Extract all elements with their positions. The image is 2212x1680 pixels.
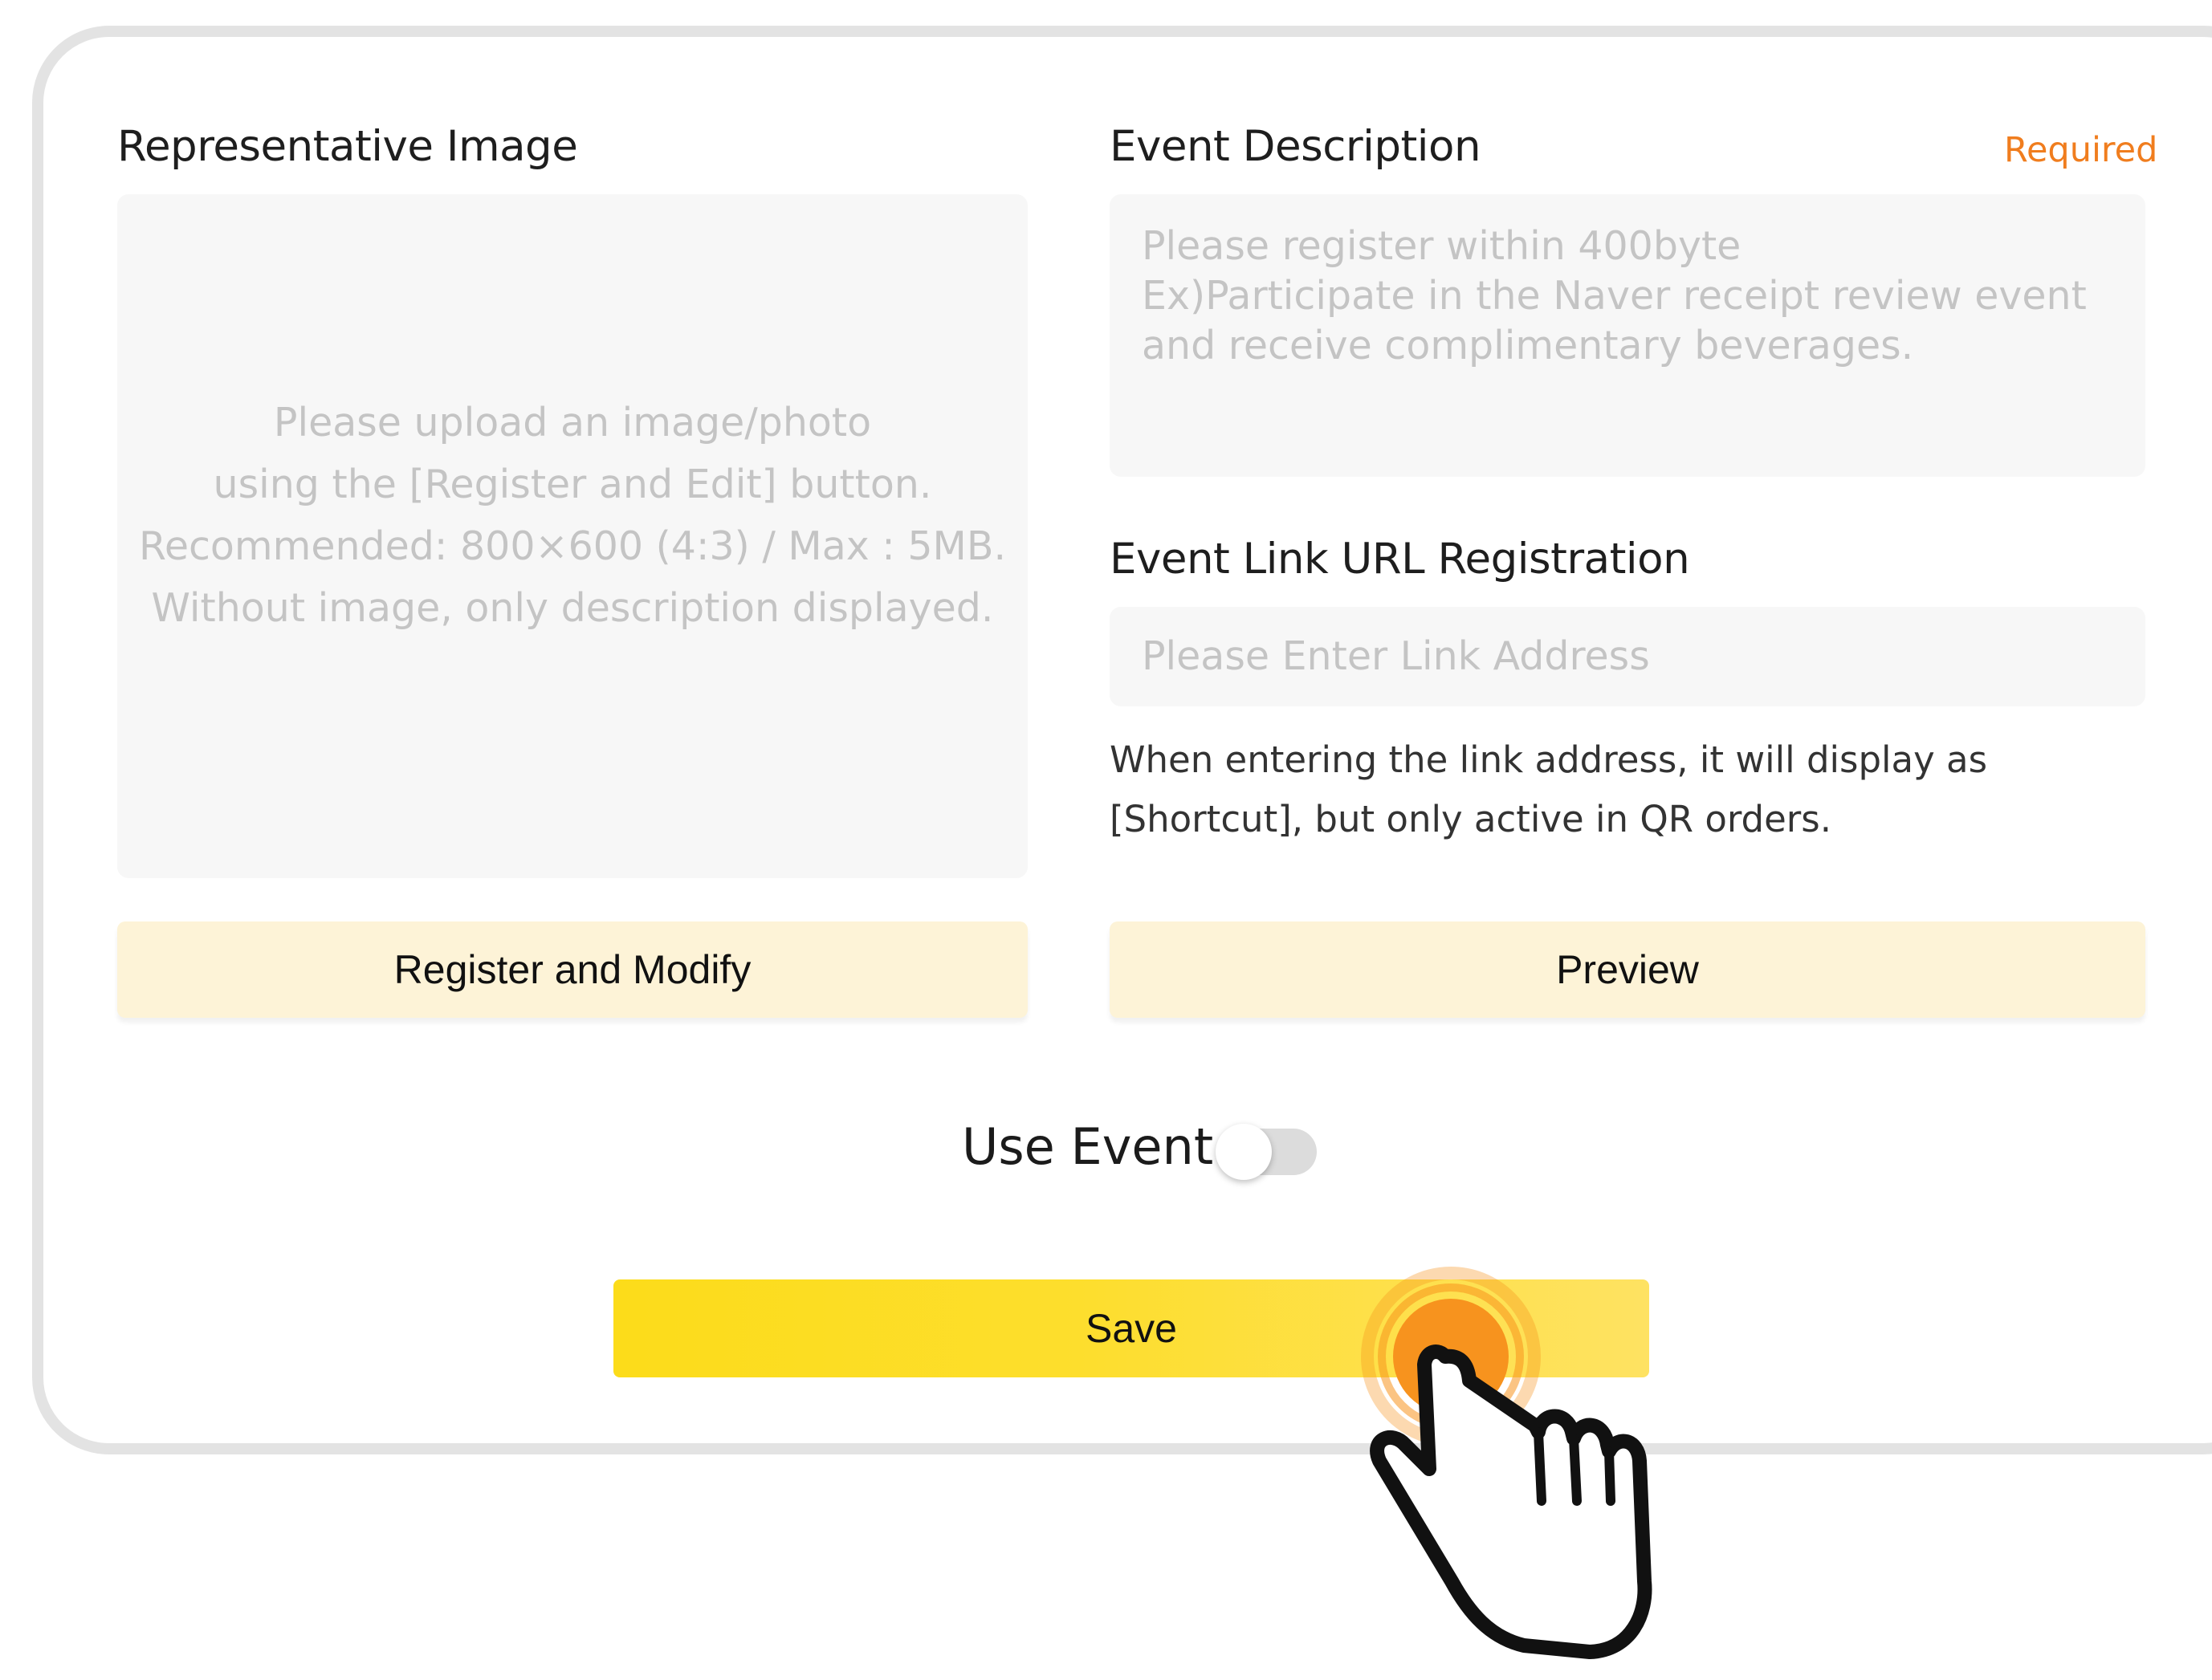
- image-hint-line: using the [Register and Edit] button.: [213, 462, 932, 507]
- image-upload-hint: Please upload an image/photo using the […: [139, 392, 1006, 639]
- description-placeholder-line: Please register within 400byte: [1142, 223, 1741, 269]
- image-hint-line: Recommended: 800×600 (4:3) / Max : 5MB.: [138, 523, 1007, 569]
- use-event-toggle[interactable]: [1216, 1124, 1317, 1180]
- image-upload-area[interactable]: Please upload an image/photo using the […: [117, 194, 1028, 878]
- event-link-label: Event Link URL Registration: [1110, 535, 1690, 584]
- description-placeholder-line: and receive complimentary beverages.: [1142, 323, 1914, 368]
- description-placeholder-line: Ex)Participate in the Naver receipt revi…: [1142, 273, 2087, 319]
- image-hint-line: Without image, only description displaye…: [151, 585, 994, 631]
- register-and-modify-button[interactable]: Register and Modify: [117, 921, 1028, 1018]
- link-note-line: When entering the link address, it will …: [1110, 738, 1988, 781]
- preview-button[interactable]: Preview: [1110, 921, 2145, 1018]
- link-note-line: [Shortcut], but only active in QR orders…: [1110, 798, 1832, 840]
- use-event-label: Use Event: [962, 1117, 1214, 1176]
- event-description-textarea[interactable]: Please register within 400byte Ex)Partic…: [1110, 194, 2145, 477]
- required-badge: Required: [2004, 130, 2158, 170]
- link-url-input[interactable]: Please Enter Link Address: [1110, 607, 2145, 706]
- representative-image-label: Representative Image: [117, 122, 578, 171]
- toggle-thumb: [1216, 1124, 1272, 1180]
- link-url-note: When entering the link address, it will …: [1110, 730, 1987, 849]
- save-button[interactable]: Save: [613, 1279, 1649, 1377]
- image-hint-line: Please upload an image/photo: [273, 400, 872, 445]
- event-description-label: Event Description: [1110, 122, 1481, 171]
